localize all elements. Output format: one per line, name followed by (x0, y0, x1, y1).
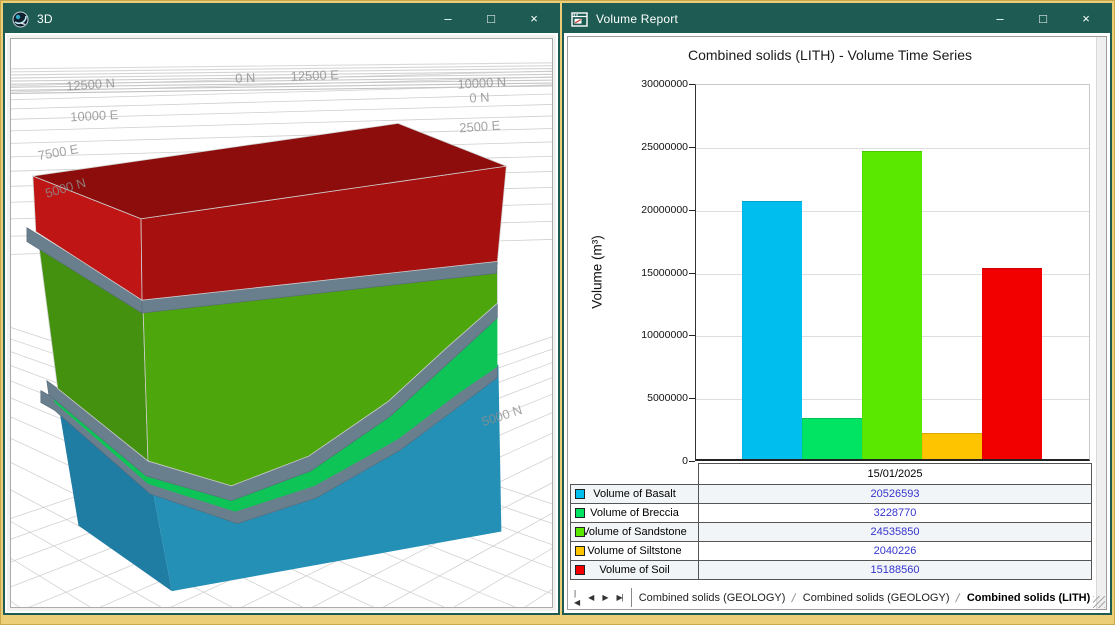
y-tick-mark (689, 461, 695, 462)
value-cell: 24535850 (698, 522, 1092, 542)
grid-label: 10000 E (70, 107, 119, 125)
minimize-icon[interactable]: – (992, 5, 1008, 33)
window-3d-viewer: 3D – □ × (3, 3, 560, 615)
y-tick-label: 15000000 (626, 267, 688, 279)
y-tick-label: 5000000 (626, 392, 688, 404)
grid-label: 0 N (469, 90, 490, 106)
title-bar-report: Volume Report – □ × (564, 5, 1110, 33)
globe-3d-icon (12, 11, 29, 28)
volume-value: 2040226 (874, 545, 917, 557)
tab-nav-last-icon[interactable]: ▶| (616, 593, 622, 602)
window-title-3d: 3D (37, 12, 53, 26)
y-tick-label: 0 (626, 455, 688, 467)
tab-nav-first-icon[interactable]: |◀ (574, 589, 579, 607)
y-tick-label: 10000000 (626, 329, 688, 341)
sheet-tab-bar: |◀◀▶▶| Combined solids (GEOLOGY)/Combine… (570, 588, 1094, 607)
grid-label: 0 N (235, 70, 256, 86)
volume-value: 3228770 (874, 507, 917, 519)
legend-cell: Volume of Sandstone (570, 522, 699, 542)
minimize-icon[interactable]: – (440, 5, 456, 33)
legend-swatch (575, 546, 585, 556)
value-cell: 3228770 (698, 503, 1092, 523)
chart-title: Combined solids (LITH) - Volume Time Ser… (568, 47, 1092, 63)
report-panel: Combined solids (LITH) - Volume Time Ser… (567, 36, 1107, 610)
legend-cell: Volume of Soil (570, 560, 699, 580)
grid-label: 2500 E (459, 117, 501, 135)
value-cell: 15188560 (698, 560, 1092, 580)
y-axis-label: Volume (m³) (590, 235, 605, 309)
sheet-tab-2[interactable]: Combined solids (LITH) (960, 590, 1097, 606)
grid-label: 12500 N (66, 75, 116, 93)
legend-label: Volume of Sandstone (582, 526, 687, 538)
grid-label: 7500 E (37, 141, 80, 163)
tab-navigation: |◀ ◀ ▶ ▶| (570, 588, 632, 607)
gridline (696, 148, 1089, 149)
3d-viewport[interactable]: 12500 N10000 E0 N12500 E10000 N0 N2500 E… (10, 38, 553, 608)
y-tick-label: 25000000 (626, 141, 688, 153)
legend-swatch (575, 565, 585, 575)
legend-swatch (575, 508, 585, 518)
maximize-icon[interactable]: □ (483, 5, 499, 33)
tab-nav-next-icon[interactable]: ▶ (602, 593, 607, 602)
bar-volume-of-sandstone (862, 151, 922, 459)
bar-volume-of-breccia (802, 418, 862, 459)
bar-volume-of-soil (982, 268, 1042, 459)
maximize-icon[interactable]: □ (1035, 5, 1051, 33)
sheet-tab-1[interactable]: Combined solids (GEOLOGY) (796, 590, 957, 606)
legend-cell: Volume of Siltstone (570, 541, 699, 561)
close-icon[interactable]: × (526, 5, 542, 33)
legend-label: Volume of Soil (599, 564, 669, 576)
y-tick-label: 30000000 (626, 78, 688, 90)
volume-value: 24535850 (871, 526, 920, 538)
window-controls-report: – □ × (992, 5, 1110, 33)
close-icon[interactable]: × (1078, 5, 1094, 33)
title-bar-3d: 3D – □ × (5, 5, 558, 33)
3d-window-body: 12500 N10000 E0 N12500 E10000 N0 N2500 E… (7, 35, 556, 611)
tabs: Combined solids (GEOLOGY)/Combined solid… (632, 590, 1101, 606)
value-cell: 20526593 (698, 484, 1092, 504)
y-tick-label: 20000000 (626, 204, 688, 216)
volume-value: 20526593 (871, 488, 920, 500)
bar-volume-of-siltstone (922, 433, 982, 459)
legend-swatch (575, 527, 585, 537)
plot-area (695, 84, 1090, 461)
legend-cell: Volume of Breccia (570, 503, 699, 523)
legend-swatch (575, 489, 585, 499)
grid-label: 12500 E (291, 67, 340, 84)
sheet-tab-0[interactable]: Combined solids (GEOLOGY) (632, 590, 793, 606)
legend-cell: Volume of Basalt (570, 484, 699, 504)
tab-nav-prev-icon[interactable]: ◀ (588, 593, 593, 602)
legend-label: Volume of Siltstone (587, 545, 681, 557)
window-volume-report: Volume Report – □ × Combined solids (LIT… (562, 3, 1112, 615)
date-header: 15/01/2025 (867, 468, 922, 480)
resize-grip[interactable] (1093, 596, 1105, 608)
value-cell: 2040226 (698, 541, 1092, 561)
date-header-cell: 15/01/2025 (698, 463, 1092, 485)
window-controls-3d: – □ × (440, 5, 558, 33)
bar-volume-of-basalt (742, 201, 802, 459)
report-icon (571, 11, 588, 28)
right-scroll-strip[interactable] (1096, 37, 1106, 609)
window-title-report: Volume Report (596, 12, 678, 26)
legend-label: Volume of Breccia (590, 507, 679, 519)
legend-label: Volume of Basalt (593, 488, 676, 500)
volume-value: 15188560 (871, 564, 920, 576)
